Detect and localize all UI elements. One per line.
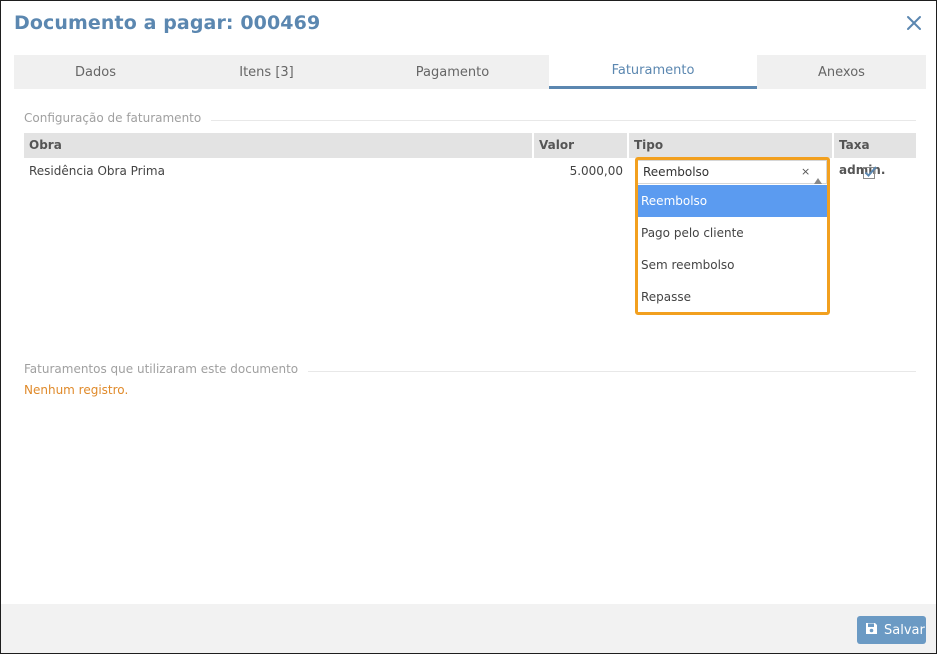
billing-table-header: Obra Valor Tipo Taxa admin. (24, 133, 916, 177)
close-icon[interactable] (904, 13, 924, 33)
save-icon (865, 622, 878, 639)
billing-config-heading: Configuração de faturamento (24, 111, 916, 125)
billings-using-heading: Faturamentos que utilizaram este documen… (24, 362, 916, 376)
column-header-tipo: Tipo (629, 133, 834, 158)
option-repasse[interactable]: Repasse (638, 281, 827, 313)
tab-pagamento[interactable]: Pagamento (356, 55, 549, 89)
column-header-valor: Valor (534, 133, 629, 158)
option-reembolso[interactable]: Reembolso (638, 185, 827, 217)
column-header-obra: Obra (24, 133, 534, 158)
tipo-dropdown: Reembolso Pago pelo cliente Sem reembols… (638, 185, 827, 313)
option-pago-pelo-cliente[interactable]: Pago pelo cliente (638, 217, 827, 249)
save-button-label: Salvar (884, 622, 925, 638)
tipo-select[interactable]: Reembolso × (637, 160, 827, 184)
cell-valor: 5.000,00 (569, 164, 623, 178)
document-modal: Documento a pagar: 000469 Dados Itens [3… (0, 0, 937, 654)
modal-footer: Salvar (1, 604, 936, 653)
option-sem-reembolso[interactable]: Sem reembolso (638, 249, 827, 281)
save-button[interactable]: Salvar (857, 616, 926, 644)
clear-icon[interactable]: × (801, 161, 810, 183)
cell-obra: Residência Obra Prima (29, 164, 165, 178)
empty-state-text: Nenhum registro. (24, 383, 129, 397)
taxa-admin-checkbox[interactable] (863, 164, 877, 183)
tab-faturamento[interactable]: Faturamento (549, 55, 757, 89)
tab-dados[interactable]: Dados (14, 55, 177, 89)
tab-anexos[interactable]: Anexos (757, 55, 926, 89)
tab-itens[interactable]: Itens [3] (177, 55, 356, 89)
tab-bar: Dados Itens [3] Pagamento Faturamento An… (14, 55, 926, 89)
tipo-select-value: Reembolso (643, 165, 710, 179)
modal-title: Documento a pagar: 000469 (14, 12, 321, 34)
column-header-taxa-admin: Taxa admin. (839, 138, 886, 177)
